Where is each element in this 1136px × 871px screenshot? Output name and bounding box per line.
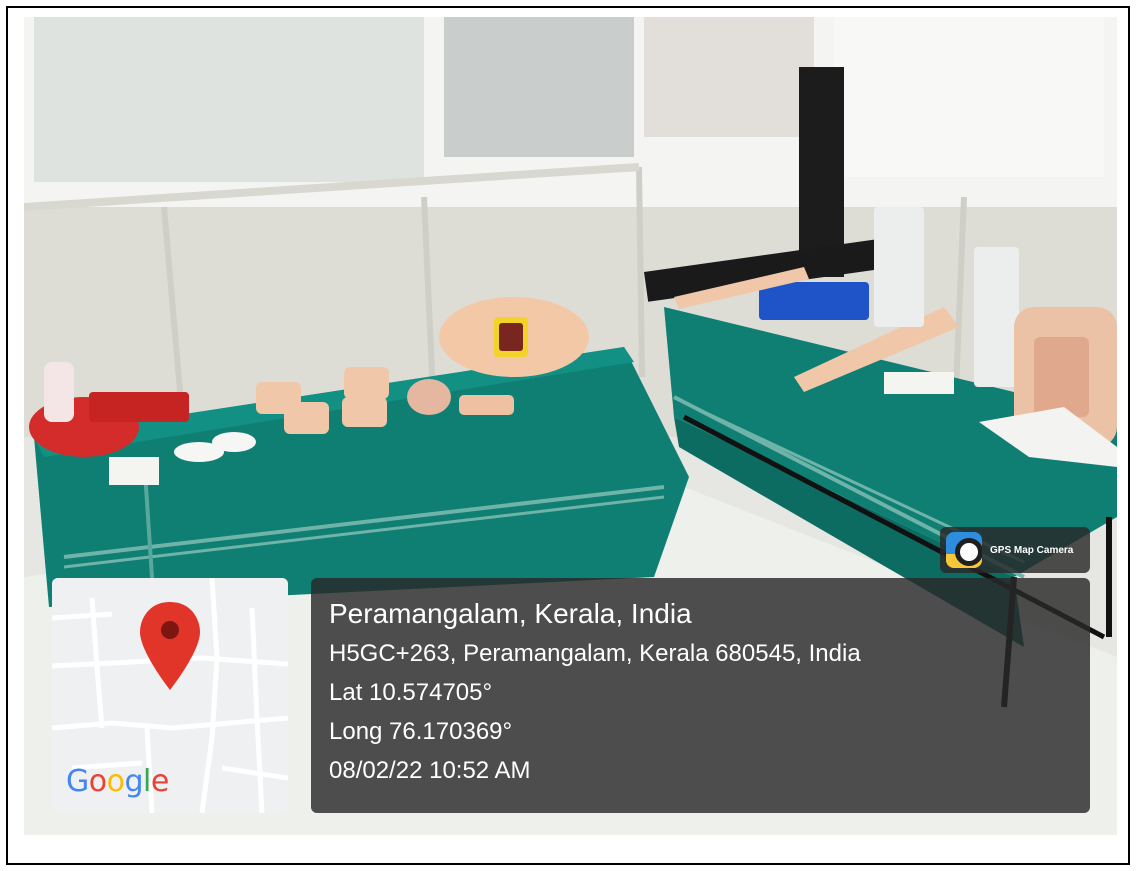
gps-map-camera-badge: GPS Map Camera <box>940 527 1090 573</box>
location-address: H5GC+263, Peramangalam, Kerala 680545, I… <box>329 640 861 667</box>
location-longitude: Long 76.170369° <box>329 718 513 745</box>
gps-map-camera-label: GPS Map Camera <box>990 544 1074 556</box>
location-info-panel: Peramangalam, Kerala, India H5GC+263, Pe… <box>311 578 1090 813</box>
google-logo: Google <box>66 764 169 799</box>
location-datetime: 08/02/22 10:52 AM <box>329 757 531 784</box>
location-latitude: Lat 10.574705° <box>329 679 493 706</box>
location-title: Peramangalam, Kerala, India <box>329 598 692 629</box>
map-thumbnail: Google <box>52 578 288 813</box>
gps-map-camera-icon <box>946 532 982 568</box>
